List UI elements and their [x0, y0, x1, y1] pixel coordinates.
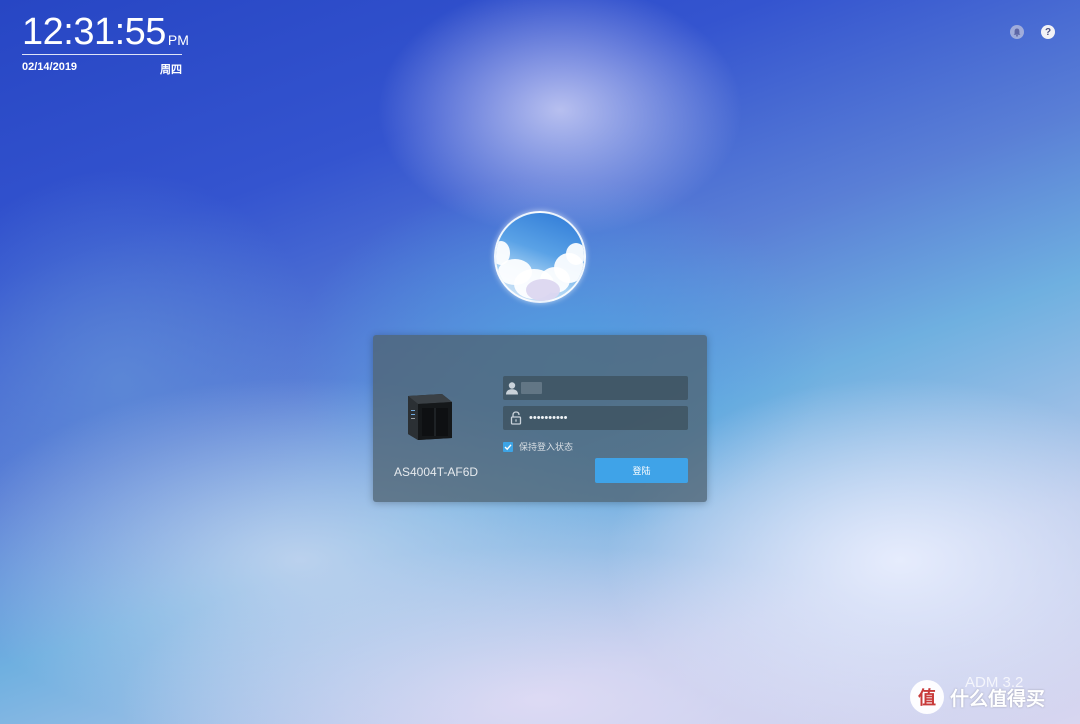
clock-date: 02/14/2019 [22, 61, 78, 73]
checkmark-icon [504, 443, 512, 450]
clock-weekday: 周四 [160, 64, 182, 76]
notification-bell-icon[interactable] [1010, 25, 1024, 39]
login-button[interactable]: 登陆 [595, 458, 688, 483]
watermark-text: 什么值得买 [950, 688, 1046, 710]
watermark-logo: 值 [910, 680, 944, 714]
remember-me-label: 保持登入状态 [519, 442, 574, 452]
login-screen: 12:31:55 PM 02/14/2019 周四 ? AS4004T-AF6D… [0, 0, 1080, 724]
help-glyph: ? [1044, 26, 1052, 38]
password-field[interactable] [503, 406, 688, 430]
remember-me-row[interactable]: 保持登入状态 [503, 440, 573, 453]
password-input[interactable] [529, 408, 688, 428]
username-field[interactable] [503, 376, 688, 400]
clock-divider [22, 54, 182, 55]
clock-widget: 12:31:55 PM 02/14/2019 周四 [22, 12, 189, 77]
device-name: AS4004T-AF6D [394, 465, 479, 479]
help-icon[interactable]: ? [1041, 25, 1055, 39]
bell-glyph-icon [1013, 28, 1021, 37]
lock-icon [503, 406, 529, 430]
username-input[interactable] [542, 378, 688, 398]
clock-time-row: 12:31:55 PM [22, 12, 189, 52]
user-avatar [494, 211, 586, 303]
login-panel: AS4004T-AF6D •••••••••• 保持登入状态 登陆 [373, 335, 707, 502]
clock-ampm: PM [167, 32, 189, 48]
clock-date-row: 02/14/2019 周四 [22, 61, 182, 77]
remember-me-checkbox[interactable] [503, 441, 513, 452]
watermark: 值 什么值得买 [910, 680, 1045, 714]
clock-time: 12:31:55 [22, 11, 166, 53]
nas-device-image [408, 394, 452, 440]
user-icon [503, 376, 521, 400]
username-value-blurred [521, 382, 542, 394]
